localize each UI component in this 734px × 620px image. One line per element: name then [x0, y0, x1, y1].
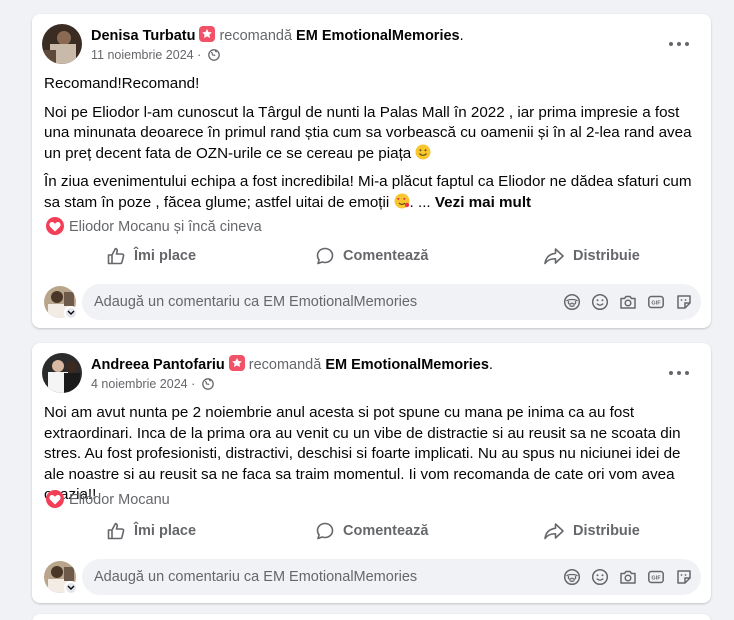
like-icon — [107, 522, 125, 540]
recommend-icon — [199, 26, 216, 42]
post-date[interactable]: 4 noiembrie 2024 — [91, 377, 188, 391]
chevron-down-icon[interactable] — [64, 581, 78, 595]
svg-text:GIF: GIF — [651, 576, 661, 582]
like-icon — [107, 247, 125, 265]
post-meta: 4 noiembrie 2024 · — [91, 377, 214, 393]
title-dot: . — [459, 28, 464, 44]
next-post-card-edge — [32, 614, 711, 620]
ellipsis: ... — [417, 193, 431, 211]
share-button[interactable]: Distribuie — [543, 239, 640, 273]
action-bar: Îmi place Comentează Distribuie — [44, 514, 699, 548]
comment-input[interactable]: Adaugă un comentariu ca EM EmotionalMemo… — [82, 284, 701, 320]
like-label: Îmi place — [134, 248, 197, 264]
like-button[interactable]: Îmi place — [106, 239, 196, 273]
page-name[interactable]: EM EmotionalMemories — [325, 357, 489, 373]
comment-button[interactable]: Comentează — [315, 514, 428, 548]
comment-placeholder: Adaugă un comentariu ca EM EmotionalMemo… — [94, 294, 418, 310]
post-card: Andreea Pantofariu recomandă EM Emotional… — [32, 343, 711, 603]
page-name[interactable]: EM EmotionalMemories — [296, 28, 460, 44]
sticker-icon[interactable] — [675, 293, 693, 311]
comment-icon — [316, 522, 334, 540]
reactions-text: Eliodor Mocanu — [69, 492, 170, 508]
post-date[interactable]: 11 noiembrie 2024 — [91, 48, 194, 62]
share-icon — [544, 523, 564, 540]
post-header: Denisa Turbatu recomandă EM EmotionalMemo… — [42, 24, 701, 66]
smile-emoji-icon — [415, 144, 431, 160]
post-text: Recomand!Recomand! Noi pe Eliodor l-am c… — [44, 74, 697, 221]
author-avatar[interactable] — [42, 353, 82, 393]
post-paragraph: În ziua evenimentului echipa a fost incr… — [44, 173, 692, 211]
see-more-link[interactable]: Vezi mai mult — [435, 194, 531, 211]
gif-icon[interactable]: GIF — [647, 293, 665, 311]
comment-label: Comentează — [343, 248, 429, 264]
love-reaction-icon — [46, 217, 64, 235]
author-name[interactable]: Denisa Turbatu — [91, 28, 195, 44]
post-title-line: Andreea Pantofariu recomandă EM Emotional… — [91, 355, 493, 373]
avatar-sticker-icon[interactable] — [563, 293, 581, 311]
share-label: Distribuie — [573, 523, 640, 539]
recommend-verb: recomandă — [248, 357, 322, 373]
camera-icon[interactable] — [619, 568, 637, 586]
svg-text:GIF: GIF — [651, 301, 661, 307]
like-label: Îmi place — [134, 523, 197, 539]
share-label: Distribuie — [573, 248, 640, 264]
comment-placeholder: Adaugă un comentariu ca EM EmotionalMemo… — [94, 569, 418, 585]
like-button[interactable]: Îmi place — [106, 514, 196, 548]
post-card: Denisa Turbatu recomandă EM EmotionalMemo… — [32, 14, 711, 328]
post-title-line: Denisa Turbatu recomandă EM EmotionalMemo… — [91, 26, 464, 44]
title-dot: . — [488, 357, 493, 373]
chevron-down-icon[interactable] — [64, 306, 78, 320]
share-button[interactable]: Distribuie — [543, 514, 640, 548]
avatar-sticker-icon[interactable] — [563, 568, 581, 586]
more-options-icon[interactable] — [667, 34, 691, 54]
comment-button[interactable]: Comentează — [315, 239, 428, 273]
author-avatar[interactable] — [42, 24, 82, 64]
action-bar: Îmi place Comentează Distribuie — [44, 239, 699, 273]
reactions-summary[interactable]: Eliodor Mocanu și încă cineva — [46, 217, 262, 235]
love-reaction-icon — [46, 490, 64, 508]
post-header: Andreea Pantofariu recomandă EM Emotional… — [42, 353, 701, 395]
post-paragraph: Recomand!Recomand! — [44, 75, 200, 92]
more-options-icon[interactable] — [667, 363, 691, 383]
post-paragraph: Noi pe Eliodor l-am cunoscut la Târgul d… — [44, 103, 692, 162]
recommend-icon — [228, 355, 245, 371]
date-separator: · — [191, 377, 196, 391]
comment-input[interactable]: Adaugă un comentariu ca EM EmotionalMemo… — [82, 559, 701, 595]
date-separator: · — [197, 48, 202, 62]
gif-icon[interactable]: GIF — [647, 568, 665, 586]
comment-icon — [316, 247, 334, 265]
post-meta: 11 noiembrie 2024 · — [91, 48, 220, 64]
post-paragraph-wrap: Noi pe Eliodor l-am cunoscut la Târgul d… — [44, 103, 697, 165]
comment-composer: Adaugă un comentariu ca EM EmotionalMemo… — [42, 284, 701, 320]
camera-icon[interactable] — [619, 293, 637, 311]
comment-label: Comentează — [343, 523, 429, 539]
heart-eyes-emoji-icon — [394, 193, 410, 209]
sticker-icon[interactable] — [675, 568, 693, 586]
emoji-icon[interactable] — [591, 568, 609, 586]
globe-icon — [201, 378, 214, 393]
reactions-text: Eliodor Mocanu și încă cineva — [69, 219, 262, 235]
emoji-icon[interactable] — [591, 293, 609, 311]
post-paragraph-wrap: În ziua evenimentului echipa a fost incr… — [44, 173, 692, 211]
globe-icon — [207, 49, 220, 64]
author-name[interactable]: Andreea Pantofariu — [91, 357, 225, 373]
recommend-verb: recomandă — [219, 28, 293, 44]
share-icon — [544, 248, 564, 265]
comment-composer: Adaugă un comentariu ca EM EmotionalMemo… — [42, 559, 701, 595]
reactions-summary[interactable]: Eliodor Mocanu — [46, 490, 170, 508]
